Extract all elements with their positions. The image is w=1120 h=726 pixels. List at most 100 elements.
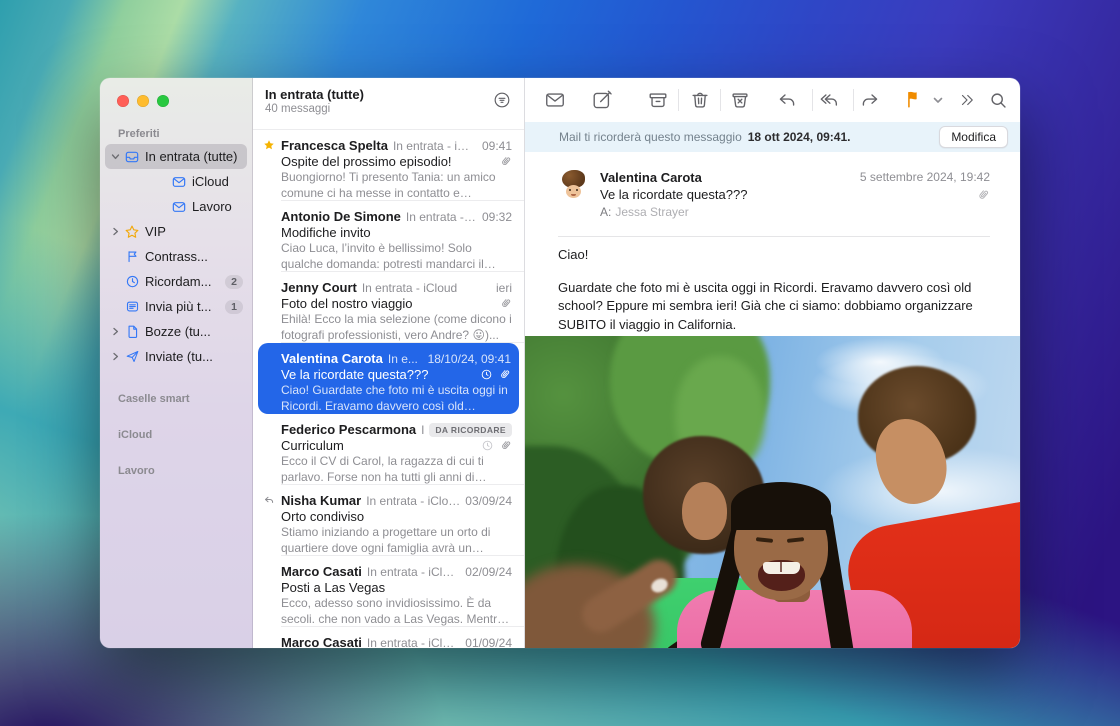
message-row-federico-pescarmona[interactable]: Federico Pescarmona In ... DA RICORDARE Cu… (253, 414, 524, 485)
sidebar-item-label: Ricordam... (145, 274, 221, 289)
mailbox-label: In e... (388, 352, 423, 366)
sidebar-section-icloud[interactable]: iCloud (118, 429, 252, 441)
mailbox-label: In entrata - iCloud (367, 636, 460, 648)
paper-plane-icon (122, 349, 142, 364)
desktop-wallpaper: Preferiti In entrata (tutte) iCloud Lavo… (0, 0, 1120, 726)
sender: Marco Casati (281, 564, 362, 579)
flag-menu-chevron-icon[interactable] (927, 85, 949, 115)
sidebar-item-vip[interactable]: VIP (105, 219, 247, 244)
mailbox-title: In entrata (tutte) (265, 87, 512, 102)
sidebar-section-caselle-smart[interactable]: Caselle smart (118, 393, 252, 405)
attachment-paperclip-icon (976, 188, 990, 202)
search-button[interactable] (981, 85, 1015, 115)
subject: Orto condiviso (281, 509, 512, 524)
modifica-button[interactable]: Modifica (939, 126, 1008, 148)
message-row-antonio-de-simone[interactable]: Antonio De SimoneIn entrata - i...09:32 … (253, 201, 524, 272)
chevron-right-icon[interactable] (109, 352, 122, 361)
time: 18/10/24, 09:41 (428, 352, 511, 366)
reminder-date: 18 ott 2024, 09:41. (748, 130, 851, 144)
message-row-francesca-spelta[interactable]: Francesca SpeltaIn entrata - iCl...09:41… (253, 130, 524, 201)
sidebar-item-invia-piu-tardi[interactable]: Invia più t... 1 (105, 294, 247, 319)
sender: Nisha Kumar (281, 493, 361, 508)
message-row-marco-casati-1[interactable]: Marco CasatiIn entrata - iCloud02/09/24 … (253, 556, 524, 627)
forward-button[interactable] (853, 85, 887, 115)
photo-person-center-tooth-gap (780, 562, 782, 572)
recipient-name: Jessa Strayer (615, 205, 688, 219)
sidebar-item-contrassegnati[interactable]: Contrass... (105, 244, 247, 269)
junk-button[interactable] (723, 85, 757, 115)
message-row-marco-casati-2[interactable]: Marco CasatiIn entrata - iCloud01/09/24 (253, 627, 524, 648)
archive-button[interactable] (641, 85, 675, 115)
chevron-right-icon[interactable] (109, 227, 122, 236)
sidebar-item-ricordamelo[interactable]: Ricordam... 2 (105, 269, 247, 294)
trash-button[interactable] (683, 85, 717, 115)
subject: Ospite del prossimo episodio! (281, 154, 499, 169)
get-mail-button[interactable] (538, 85, 572, 115)
sidebar-item-icloud-inbox[interactable]: iCloud (105, 169, 247, 194)
inline-photo-attachment[interactable] (525, 336, 1020, 648)
sidebar-item-label: In entrata (tutte) (145, 149, 243, 164)
message-count: 40 messaggi (265, 103, 512, 115)
preview: Ecco il CV di Carol, la ragazza di cui t… (281, 454, 512, 485)
compose-button[interactable] (585, 85, 619, 115)
paperclip-icon (499, 155, 512, 168)
subject: Curriculum (281, 438, 481, 453)
unread-badge: 2 (225, 275, 243, 289)
toolbar-separator (720, 89, 721, 111)
close-button[interactable] (117, 95, 129, 107)
paperclip-icon (498, 368, 511, 381)
flag-button[interactable] (896, 85, 930, 115)
envelope-icon (169, 174, 189, 190)
preview: Ciao Luca, l’invito è bellissimo! Solo q… (281, 241, 512, 272)
sidebar-section-lavoro[interactable]: Lavoro (118, 465, 252, 477)
subject: Foto del nostro viaggio (281, 296, 499, 311)
preview: Stiamo iniziando a progettare un orto di… (281, 525, 512, 556)
sender: Marco Casati (281, 635, 362, 648)
vip-star-icon (260, 139, 278, 151)
da-ricordare-badge: DA RICORDARE (429, 423, 512, 437)
count-badge: 1 (225, 300, 243, 314)
mail-window: Preferiti In entrata (tutte) iCloud Lavo… (100, 78, 1020, 648)
sender: Antonio De Simone (281, 209, 401, 224)
mailbox-label: In entrata - iCl... (393, 139, 477, 153)
document-icon (122, 324, 142, 339)
preview: Ciao! Guardate che foto mi è uscita oggi… (281, 383, 511, 414)
sidebar-section-preferiti: Preferiti (118, 78, 252, 140)
time: 02/09/24 (465, 565, 512, 579)
message-list: In entrata (tutte) 40 messaggi Francesca… (253, 78, 525, 648)
reminder-banner: Mail ti ricorderà questo messaggio 18 ot… (525, 122, 1020, 152)
chevron-right-icon[interactable] (109, 327, 122, 336)
minimize-button[interactable] (137, 95, 149, 107)
more-toolbar-items-button[interactable] (953, 85, 981, 115)
toolbar-separator (678, 89, 679, 111)
chevron-down-icon[interactable] (109, 152, 122, 161)
mailbox-label: In ... (421, 423, 424, 437)
sender-avatar[interactable] (558, 170, 590, 204)
sidebar: Preferiti In entrata (tutte) iCloud Lavo… (100, 78, 253, 648)
time: 03/09/24 (465, 494, 512, 508)
reply-button[interactable] (770, 85, 804, 115)
flag-icon (122, 249, 142, 264)
zoom-button[interactable] (157, 95, 169, 107)
sidebar-item-lavoro-inbox[interactable]: Lavoro (105, 194, 247, 219)
sidebar-item-label: Invia più t... (145, 299, 221, 314)
send-later-icon (122, 299, 142, 314)
reply-all-button[interactable] (812, 85, 846, 115)
sidebar-item-bozze[interactable]: Bozze (tu... (105, 319, 247, 344)
message-row-valentina-carota-selected[interactable]: Valentina CarotaIn e...18/10/24, 09:41 V… (258, 343, 519, 414)
mailbox-label: In entrata - iCloud (367, 565, 460, 579)
body-paragraph: Guardate che foto mi è uscita oggi in Ri… (558, 279, 990, 334)
body-paragraph: Ciao! (558, 246, 990, 264)
photo-person-center-hair (731, 482, 831, 530)
sidebar-item-inviate[interactable]: Inviate (tu... (105, 344, 247, 369)
toolbar (525, 78, 1020, 122)
avatar-face (566, 185, 581, 198)
message-row-nisha-kumar[interactable]: Nisha KumarIn entrata - iCloud03/09/24 O… (253, 485, 524, 556)
sidebar-item-label: iCloud (192, 174, 243, 189)
sender: Francesca Spelta (281, 138, 388, 153)
subject: Posti a Las Vegas (281, 580, 512, 595)
sender: Federico Pescarmona (281, 422, 416, 437)
sidebar-item-in-entrata-tutte[interactable]: In entrata (tutte) (105, 144, 247, 169)
message-row-jenny-court[interactable]: Jenny CourtIn entrata - iCloudieri Foto … (253, 272, 524, 343)
filter-button[interactable] (490, 88, 514, 112)
